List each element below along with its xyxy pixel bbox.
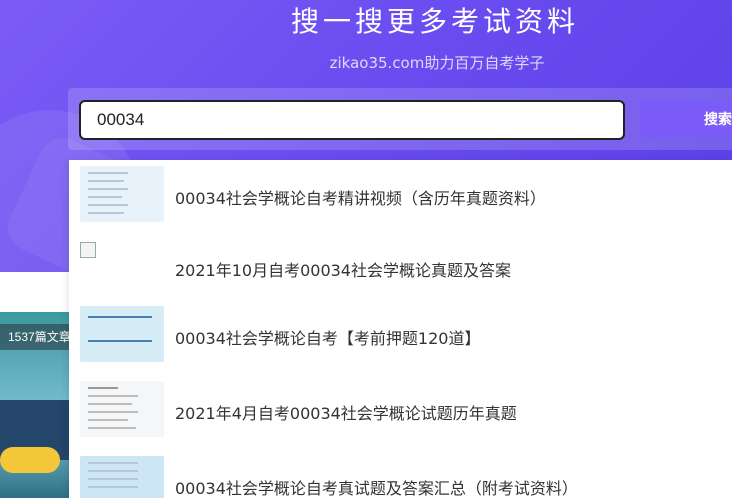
hero-subtitle: zikao35.com助力百万自考学子 xyxy=(329,54,545,72)
search-input[interactable] xyxy=(79,100,625,140)
suggestion-label: 00034社会学概论自考真试题及答案汇总（附考试资料） xyxy=(175,479,578,498)
cover-decoration xyxy=(14,356,70,376)
search-button[interactable]: 搜索 xyxy=(640,100,732,138)
banner-thumbnail xyxy=(80,306,164,362)
cover-decoration xyxy=(0,447,60,473)
document-thumbnail xyxy=(80,381,164,437)
suggestion-item[interactable]: 00034社会学概论自考精讲视频（含历年真题资料） xyxy=(69,160,732,232)
article-cover-image[interactable]: 1537篇文章 xyxy=(0,312,70,498)
hero-title: 搜一搜更多考试资料 xyxy=(290,5,579,38)
suggestion-label: 2021年4月自考00034社会学概论试题历年真题 xyxy=(175,404,517,423)
suggestion-label: 00034社会学概论自考【考前押题120道】 xyxy=(175,329,481,348)
suggestion-label: 00034社会学概论自考精讲视频（含历年真题资料） xyxy=(175,189,546,208)
search-suggestions-dropdown: 00034社会学概论自考精讲视频（含历年真题资料） 2021年10月自考0003… xyxy=(69,160,732,498)
list-thumbnail xyxy=(80,456,164,498)
broken-image-icon xyxy=(80,242,96,258)
suggestion-item[interactable]: 00034社会学概论自考【考前押题120道】 xyxy=(69,300,732,372)
suggestion-label: 2021年10月自考00034社会学概论真题及答案 xyxy=(175,261,511,280)
suggestion-item[interactable]: 00034社会学概论自考真试题及答案汇总（附考试资料） xyxy=(69,450,732,498)
suggestion-item[interactable]: 2021年4月自考00034社会学概论试题历年真题 xyxy=(69,375,732,447)
article-count-badge: 1537篇文章 xyxy=(0,324,70,350)
list-thumbnail xyxy=(80,166,164,222)
suggestion-item[interactable]: 2021年10月自考00034社会学概论真题及答案 xyxy=(69,232,732,304)
